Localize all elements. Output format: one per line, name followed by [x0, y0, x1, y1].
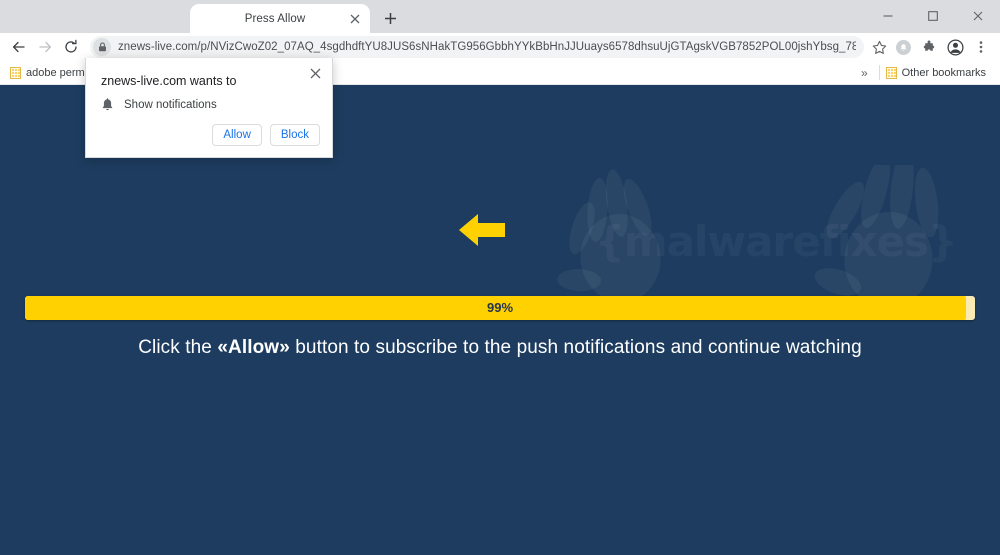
- address-bar[interactable]: znews-live.com/p/NVizCwoZ02_07AQ_4sgdhdf…: [90, 36, 864, 58]
- close-icon: [350, 14, 360, 23]
- permission-bubble-close-button[interactable]: [306, 64, 324, 82]
- other-bookmarks-button[interactable]: Other bookmarks: [884, 65, 992, 81]
- extensions-button[interactable]: [916, 34, 942, 60]
- notification-permission-bubble: znews-live.com wants to Show notificatio…: [85, 58, 333, 158]
- window-controls: [865, 0, 1000, 31]
- bookmark-star-button[interactable]: [868, 36, 890, 58]
- account-avatar-icon: [946, 38, 964, 56]
- watermark-text: {malwarefixes}: [595, 217, 958, 266]
- window-minimize-button[interactable]: [865, 0, 910, 31]
- plus-icon: [384, 12, 396, 24]
- star-icon: [872, 40, 886, 54]
- maximize-icon: [927, 10, 938, 21]
- bookmark-item-label: adobe permi: [26, 66, 88, 79]
- handprints-graphic: [557, 149, 939, 308]
- close-icon: [310, 68, 320, 78]
- bell-slash-icon: [900, 43, 906, 51]
- other-bookmarks-label: Other bookmarks: [901, 66, 986, 79]
- call-to-action-text: Click the «Allow» button to subscribe to…: [0, 337, 1000, 359]
- pointer-arrow: [458, 213, 506, 247]
- bookmark-folder-icon: [885, 66, 897, 79]
- cta-prefix: Click the: [138, 337, 218, 358]
- close-icon: [973, 11, 982, 20]
- bookmarks-overflow-button[interactable]: »: [853, 66, 875, 80]
- back-button[interactable]: [6, 34, 32, 60]
- notifications-blocked-button[interactable]: [890, 34, 916, 60]
- permission-bubble-actions: Allow Block: [212, 124, 320, 146]
- minimize-icon: [883, 14, 892, 17]
- tab-title: Press Allow: [244, 12, 306, 25]
- bell-icon: [102, 98, 113, 111]
- window-maximize-button[interactable]: [910, 0, 955, 31]
- reload-button[interactable]: [58, 34, 84, 60]
- puzzle-piece-icon: [923, 40, 935, 51]
- arrow-right-icon: [39, 41, 52, 53]
- permission-bubble-title: znews-live.com wants to: [101, 74, 237, 88]
- arrow-left-icon: [12, 41, 25, 53]
- progress-bar-label: 99%: [486, 300, 514, 315]
- allow-button[interactable]: Allow: [212, 124, 262, 146]
- cta-emphasis: «Allow»: [217, 337, 290, 358]
- tab-strip: Press Allow: [0, 0, 1000, 33]
- site-info-button[interactable]: [93, 38, 111, 56]
- bookmarks-divider: [878, 65, 880, 80]
- reload-icon: [65, 39, 77, 53]
- permission-request-row: Show notifications: [101, 98, 217, 112]
- bookmark-item-adobe[interactable]: adobe permi: [8, 65, 93, 81]
- tab-press-allow[interactable]: Press Allow: [190, 4, 370, 33]
- browser-window: Press Allow znews-live.com/p/NVizCwoZ02_…: [0, 0, 1000, 555]
- download-progress-bar: 99%: [25, 296, 975, 320]
- forward-button[interactable]: [32, 34, 58, 60]
- tab-close-button[interactable]: [346, 10, 364, 28]
- profile-button[interactable]: [942, 34, 968, 60]
- new-tab-button[interactable]: [376, 4, 404, 32]
- notifications-blocked-icon: [895, 39, 911, 55]
- lock-icon: [98, 42, 106, 52]
- block-button[interactable]: Block: [269, 124, 320, 146]
- three-dot-menu-icon: [979, 41, 983, 53]
- address-bar-url: znews-live.com/p/NVizCwoZ02_07AQ_4sgdhdf…: [118, 41, 856, 53]
- browser-toolbar: znews-live.com/p/NVizCwoZ02_07AQ_4sgdhdf…: [0, 33, 1000, 61]
- tab-strip-left-padding: [0, 0, 190, 33]
- cta-suffix: button to subscribe to the push notifica…: [289, 337, 862, 358]
- bookmark-folder-icon: [10, 66, 21, 79]
- malwarefixes-watermark: {malwarefixes}: [540, 149, 1000, 365]
- chrome-menu-button[interactable]: [968, 34, 994, 60]
- window-close-button[interactable]: [955, 0, 1000, 31]
- permission-request-label: Show notifications: [124, 99, 217, 111]
- left-arrow-icon: [459, 214, 505, 246]
